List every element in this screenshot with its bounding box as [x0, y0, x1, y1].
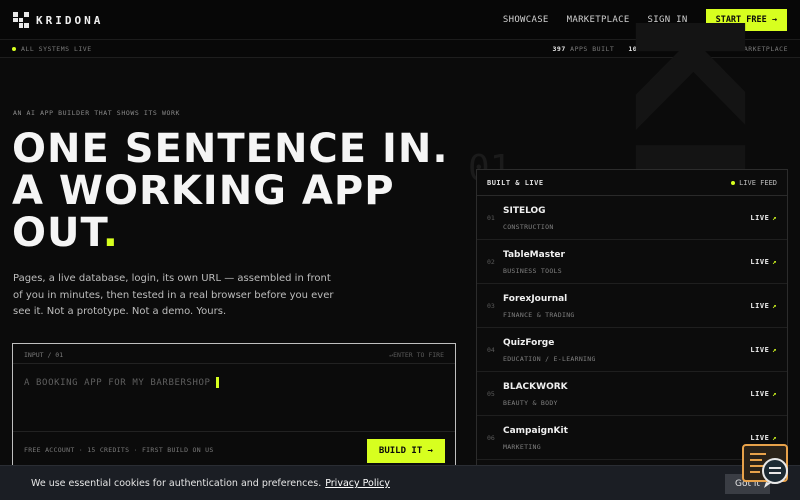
headline-line-2: A WORKING APP	[12, 168, 395, 214]
live-label: LIVE	[750, 258, 770, 266]
stat-label: IN THE MARKETPLACE	[708, 45, 788, 53]
stat-value: 24	[695, 45, 705, 53]
live-label: LIVE	[750, 434, 770, 442]
privacy-policy-link[interactable]: Privacy Policy	[325, 478, 390, 489]
live-dot-icon	[731, 181, 736, 185]
feed-item-status: LIVE ↗	[750, 214, 777, 222]
feed-item-name: SITELOG	[503, 206, 546, 216]
cookie-text: We use essential cookies for authenticat…	[31, 478, 322, 489]
feed-item-category: BEAUTY & BODY	[503, 399, 558, 407]
chat-support-icon[interactable]	[742, 444, 790, 490]
feed-item-category: MARKETING	[503, 443, 541, 451]
feed-item-number: 02	[487, 258, 495, 266]
feed-item-number: 01	[487, 214, 495, 222]
feed-item[interactable]: 01 SITELOG CONSTRUCTION LIVE ↗	[477, 196, 787, 240]
kridona-grid-logo-icon	[13, 12, 29, 28]
feed-item-number: 04	[487, 346, 495, 354]
start-free-button[interactable]: START FREE →	[705, 9, 787, 31]
arrow-up-right-icon: ↗	[772, 434, 777, 442]
feed-item-category: EDUCATION / E-LEARNING	[503, 355, 596, 363]
feed-item-status: LIVE ↗	[750, 302, 777, 310]
live-label: LIVE	[750, 346, 770, 354]
feed-item-number: 03	[487, 302, 495, 310]
stat-label: THIS WEEK	[641, 45, 682, 53]
feed-item-status: LIVE ↗	[750, 346, 777, 354]
live-feed-panel: BUILT & LIVE LIVE FEED 01 SITELOG CONSTR…	[476, 169, 788, 489]
feed-item[interactable]: 03 ForexJournal FINANCE & TRADING LIVE ↗	[477, 284, 787, 328]
arrow-up-right-icon: ↗	[772, 214, 777, 222]
headline-accent: .	[102, 210, 119, 256]
stat-value: 10	[628, 45, 638, 53]
feed-item[interactable]: 05 BLACKWORK BEAUTY & BODY LIVE ↗	[477, 372, 787, 416]
feed-item-category: CONSTRUCTION	[503, 223, 554, 231]
live-feed-badge: LIVE FEED	[731, 179, 777, 187]
text-caret	[215, 377, 219, 388]
arrow-up-right-icon: ↗	[772, 390, 777, 398]
feed-item-name: QuizForge	[503, 338, 555, 348]
stat-label: APPS BUILT	[570, 45, 615, 53]
stat-marketplace: 24 IN THE MARKETPLACE	[695, 45, 788, 53]
arrow-up-right-icon: ↗	[772, 258, 777, 266]
arrow-up-right-icon: ↗	[772, 346, 777, 354]
live-label: LIVE	[750, 302, 770, 310]
feed-item[interactable]: 02 TableMaster BUSINESS TOOLS LIVE ↗	[477, 240, 787, 284]
live-label: LIVE	[750, 214, 770, 222]
feed-item-number: 06	[487, 434, 495, 442]
feed-item-name: TableMaster	[503, 250, 565, 260]
feed-item-name: ForexJournal	[503, 294, 568, 304]
live-feed-label: LIVE FEED	[739, 179, 777, 187]
feed-item-category: BUSINESS TOOLS	[503, 267, 562, 275]
free-account-info: FREE ACCOUNT · 15 CREDITS · FIRST BUILD …	[24, 446, 214, 454]
status-strip: ALL SYSTEMS LIVE 397 APPS BUILT 10 THIS …	[0, 40, 800, 58]
feed-item-number: 05	[487, 390, 495, 398]
nav-marketplace-link[interactable]: MARKETPLACE	[567, 15, 630, 25]
live-label: LIVE	[750, 390, 770, 398]
stat-apps-built: 397 APPS BUILT	[553, 45, 615, 53]
input-label: INPUT / 01	[24, 351, 64, 359]
arrow-up-right-icon: ↗	[772, 302, 777, 310]
prompt-placeholder: A BOOKING APP FOR MY BARBERSHOP	[24, 377, 211, 388]
system-status: ALL SYSTEMS LIVE	[21, 45, 92, 53]
feed-item-category: FINANCE & TRADING	[503, 311, 575, 319]
feed-item[interactable]: 04 QuizForge EDUCATION / E-LEARNING LIVE…	[477, 328, 787, 372]
stat-value: 397	[552, 45, 566, 53]
hero-eyebrow: AN AI APP BUILDER THAT SHOWS ITS WORK	[13, 109, 180, 117]
prompt-panel: INPUT / 01 ↵ENTER TO FIRE A BOOKING APP …	[12, 343, 456, 468]
enter-hint: ↵ENTER TO FIRE	[389, 351, 444, 359]
build-it-button[interactable]: BUILD IT →	[367, 439, 445, 463]
feed-title: BUILT & LIVE	[487, 179, 544, 187]
feed-item-name: BLACKWORK	[503, 382, 568, 392]
feed-item-status: LIVE ↗	[750, 390, 777, 398]
headline-line-1: ONE SENTENCE IN.	[12, 126, 449, 172]
status-dot-icon	[12, 47, 16, 51]
headline-line-3: OUT.	[12, 212, 449, 254]
hero-subtitle: Pages, a live database, login, its own U…	[13, 273, 334, 317]
nav-showcase-link[interactable]: SHOWCASE	[503, 15, 549, 25]
brand-name: KRIDONA	[36, 13, 104, 27]
feed-item-status: LIVE ↗	[750, 258, 777, 266]
nav-sign-in-link[interactable]: SIGN IN	[648, 15, 688, 25]
brand-logo[interactable]: KRIDONA	[13, 12, 103, 28]
feed-item[interactable]: 06 CampaignKit MARKETING LIVE ↗	[477, 416, 787, 460]
top-navigation: KRIDONA SHOWCASE MARKETPLACE SIGN IN STA…	[0, 0, 800, 40]
feed-item-name: CampaignKit	[503, 426, 568, 436]
headline-line-3-text: OUT	[12, 210, 103, 256]
cookie-message: We use essential cookies for authenticat…	[31, 478, 390, 489]
cookie-banner: We use essential cookies for authenticat…	[0, 465, 800, 500]
hero-headline: ONE SENTENCE IN. A WORKING APP OUT.	[12, 128, 449, 254]
stat-this-week: 10 THIS WEEK	[628, 45, 681, 53]
prompt-input[interactable]: A BOOKING APP FOR MY BARBERSHOP	[24, 377, 219, 388]
feed-item-status: LIVE ↗	[750, 434, 777, 442]
